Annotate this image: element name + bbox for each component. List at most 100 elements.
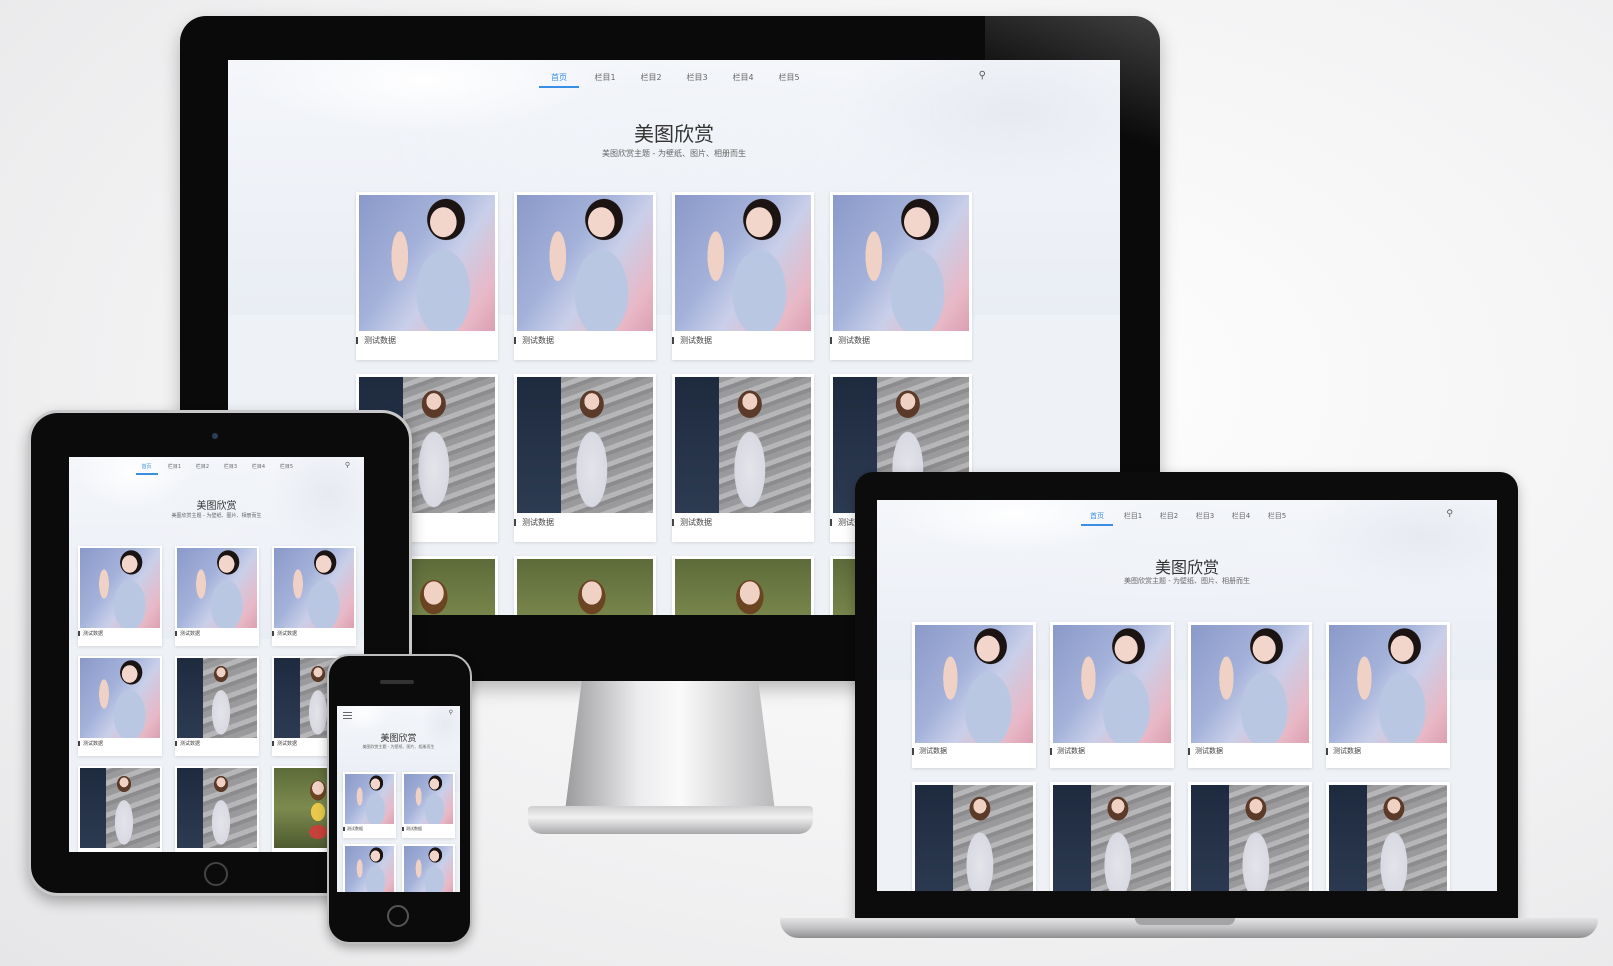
- photo-card[interactable]: 测试数据: [672, 374, 814, 542]
- tablet-camera: [212, 433, 218, 439]
- laptop-screen: 首页 栏目1 栏目2 栏目3 栏目4 栏目5 ⚲ 美图欣赏 美图欣赏主题 - 为…: [877, 500, 1497, 891]
- photo-thumbnail: [675, 377, 811, 513]
- search-icon[interactable]: ⚲: [1446, 509, 1453, 519]
- card-caption: 测试数据: [78, 740, 162, 747]
- search-icon[interactable]: ⚲: [449, 709, 453, 716]
- photo-thumbnail: [274, 548, 354, 628]
- photo-card[interactable]: [514, 556, 656, 615]
- card-caption: 测试数据: [356, 335, 498, 346]
- photo-card[interactable]: 测试数据: [1050, 622, 1174, 768]
- card-caption: 测试数据: [672, 517, 814, 528]
- nav-item-3[interactable]: 栏目3: [220, 463, 242, 475]
- photo-card[interactable]: 测试数据: [78, 546, 162, 646]
- photo-thumbnail: [1329, 785, 1447, 891]
- photo-card[interactable]: 测试数据: [912, 622, 1036, 768]
- nav-item-1[interactable]: 栏目1: [164, 463, 186, 475]
- page-subtitle: 美图欣赏主题 - 为壁纸、图片、相册而生: [171, 513, 262, 519]
- photo-card[interactable]: 测试数据: [343, 772, 396, 838]
- photo-card[interactable]: 测试数据: [514, 374, 656, 542]
- card-caption: 测试数据: [175, 630, 259, 637]
- nav-item-4[interactable]: 栏目4: [248, 463, 270, 475]
- photo-card[interactable]: 测试数据: [356, 192, 498, 360]
- photo-thumbnail: [404, 774, 453, 824]
- photo-thumbnail: [517, 559, 653, 615]
- card-caption: 测试数据: [514, 517, 656, 528]
- nav-item-2[interactable]: 栏目2: [631, 72, 671, 88]
- photo-card[interactable]: [78, 766, 162, 852]
- page-title: 美图欣赏: [634, 122, 714, 146]
- photo-card[interactable]: [672, 556, 814, 615]
- photo-thumbnail: [177, 548, 257, 628]
- photo-thumbnail: [675, 559, 811, 615]
- page-subtitle: 美图欣赏主题 - 为壁纸、图片、相册而生: [1124, 577, 1250, 585]
- photo-card[interactable]: 测试数据: [78, 656, 162, 756]
- nav-item-1[interactable]: 栏目1: [1117, 511, 1149, 526]
- nav-item-4[interactable]: 栏目4: [1225, 511, 1257, 526]
- nav-item-5[interactable]: 栏目5: [1261, 511, 1293, 526]
- photo-card[interactable]: [402, 844, 455, 892]
- photo-thumbnail: [404, 846, 453, 892]
- nav-item-2[interactable]: 栏目2: [1153, 511, 1185, 526]
- photo-thumbnail: [915, 625, 1033, 743]
- nav-item-home[interactable]: 首页: [539, 72, 579, 88]
- nav-item-5[interactable]: 栏目5: [769, 72, 809, 88]
- card-caption: 测试数据: [912, 746, 1036, 756]
- nav-item-home[interactable]: 首页: [1081, 511, 1113, 526]
- photo-card[interactable]: 测试数据: [175, 546, 259, 646]
- tablet-screen: 首页 栏目1 栏目2 栏目3 栏目4 栏目5 ⚲ 美图欣赏 美图欣赏主题 - 为…: [69, 457, 364, 852]
- photo-card[interactable]: 测试数据: [1326, 622, 1450, 768]
- photo-grid: 测试数据 测试数据 测试数据 测试数据 测试数据 测试数据: [78, 546, 356, 852]
- nav-label: 首页: [551, 73, 567, 82]
- photo-card[interactable]: [1326, 782, 1450, 891]
- photo-thumbnail: [359, 195, 495, 331]
- search-icon[interactable]: ⚲: [345, 461, 350, 469]
- photo-card[interactable]: [1050, 782, 1174, 891]
- photo-card[interactable]: 测试数据: [1188, 622, 1312, 768]
- search-icon[interactable]: ⚲: [979, 70, 986, 81]
- card-caption: 测试数据: [78, 630, 162, 637]
- page-title: 美图欣赏: [1154, 558, 1219, 577]
- photo-thumbnail: [517, 377, 653, 513]
- nav-item-3[interactable]: 栏目3: [677, 72, 717, 88]
- photo-thumbnail: [675, 195, 811, 331]
- nav-item-2[interactable]: 栏目2: [192, 463, 214, 475]
- photo-thumbnail: [177, 768, 257, 848]
- photo-card[interactable]: 测试数据: [272, 546, 356, 646]
- tablet-home-button: [204, 862, 228, 886]
- card-caption: 测试数据: [402, 826, 455, 832]
- photo-thumbnail: [1329, 625, 1447, 743]
- phone-screen: ⚲ 美图欣赏 美图欣赏主题 - 为壁纸、图片、相册而生 测试数据 测试数据: [337, 706, 460, 892]
- nav-item-4[interactable]: 栏目4: [723, 72, 763, 88]
- photo-card[interactable]: 测试数据: [672, 192, 814, 360]
- nav-item-3[interactable]: 栏目3: [1189, 511, 1221, 526]
- photo-card[interactable]: [1188, 782, 1312, 891]
- photo-card[interactable]: 测试数据: [514, 192, 656, 360]
- page-subtitle: 美图欣赏主题 - 为壁纸、图片、相册而生: [362, 744, 435, 749]
- photo-thumbnail: [345, 774, 394, 824]
- menu-icon[interactable]: [343, 712, 352, 721]
- photo-thumbnail: [1053, 785, 1171, 891]
- photo-thumbnail: [1191, 625, 1309, 743]
- photo-card[interactable]: [175, 766, 259, 852]
- card-caption: 测试数据: [175, 740, 259, 747]
- card-caption: 测试数据: [1188, 746, 1312, 756]
- photo-thumbnail: [1191, 785, 1309, 891]
- card-caption: 测试数据: [672, 335, 814, 346]
- nav-item-home[interactable]: 首页: [135, 463, 158, 475]
- nav-item-5[interactable]: 栏目5: [276, 463, 298, 475]
- photo-card[interactable]: 测试数据: [402, 772, 455, 838]
- photo-card[interactable]: [343, 844, 396, 892]
- monitor-stand-base: [528, 806, 813, 834]
- photo-card[interactable]: 测试数据: [175, 656, 259, 756]
- monitor-stand: [565, 681, 775, 811]
- phone-speaker: [380, 680, 414, 684]
- nav-item-1[interactable]: 栏目1: [585, 72, 625, 88]
- page-title: 美图欣赏: [380, 734, 417, 744]
- photo-card[interactable]: 测试数据: [830, 192, 972, 360]
- photo-grid: 测试数据 测试数据: [343, 772, 455, 892]
- laptop-nav: 首页 栏目1 栏目2 栏目3 栏目4 栏目5: [877, 511, 1497, 526]
- card-caption: 测试数据: [1050, 746, 1174, 756]
- photo-card[interactable]: [912, 782, 1036, 891]
- page-subtitle: 美图欣赏主题 - 为壁纸、图片、相册而生: [602, 149, 746, 158]
- tablet-nav: 首页 栏目1 栏目2 栏目3 栏目4 栏目5: [69, 463, 364, 475]
